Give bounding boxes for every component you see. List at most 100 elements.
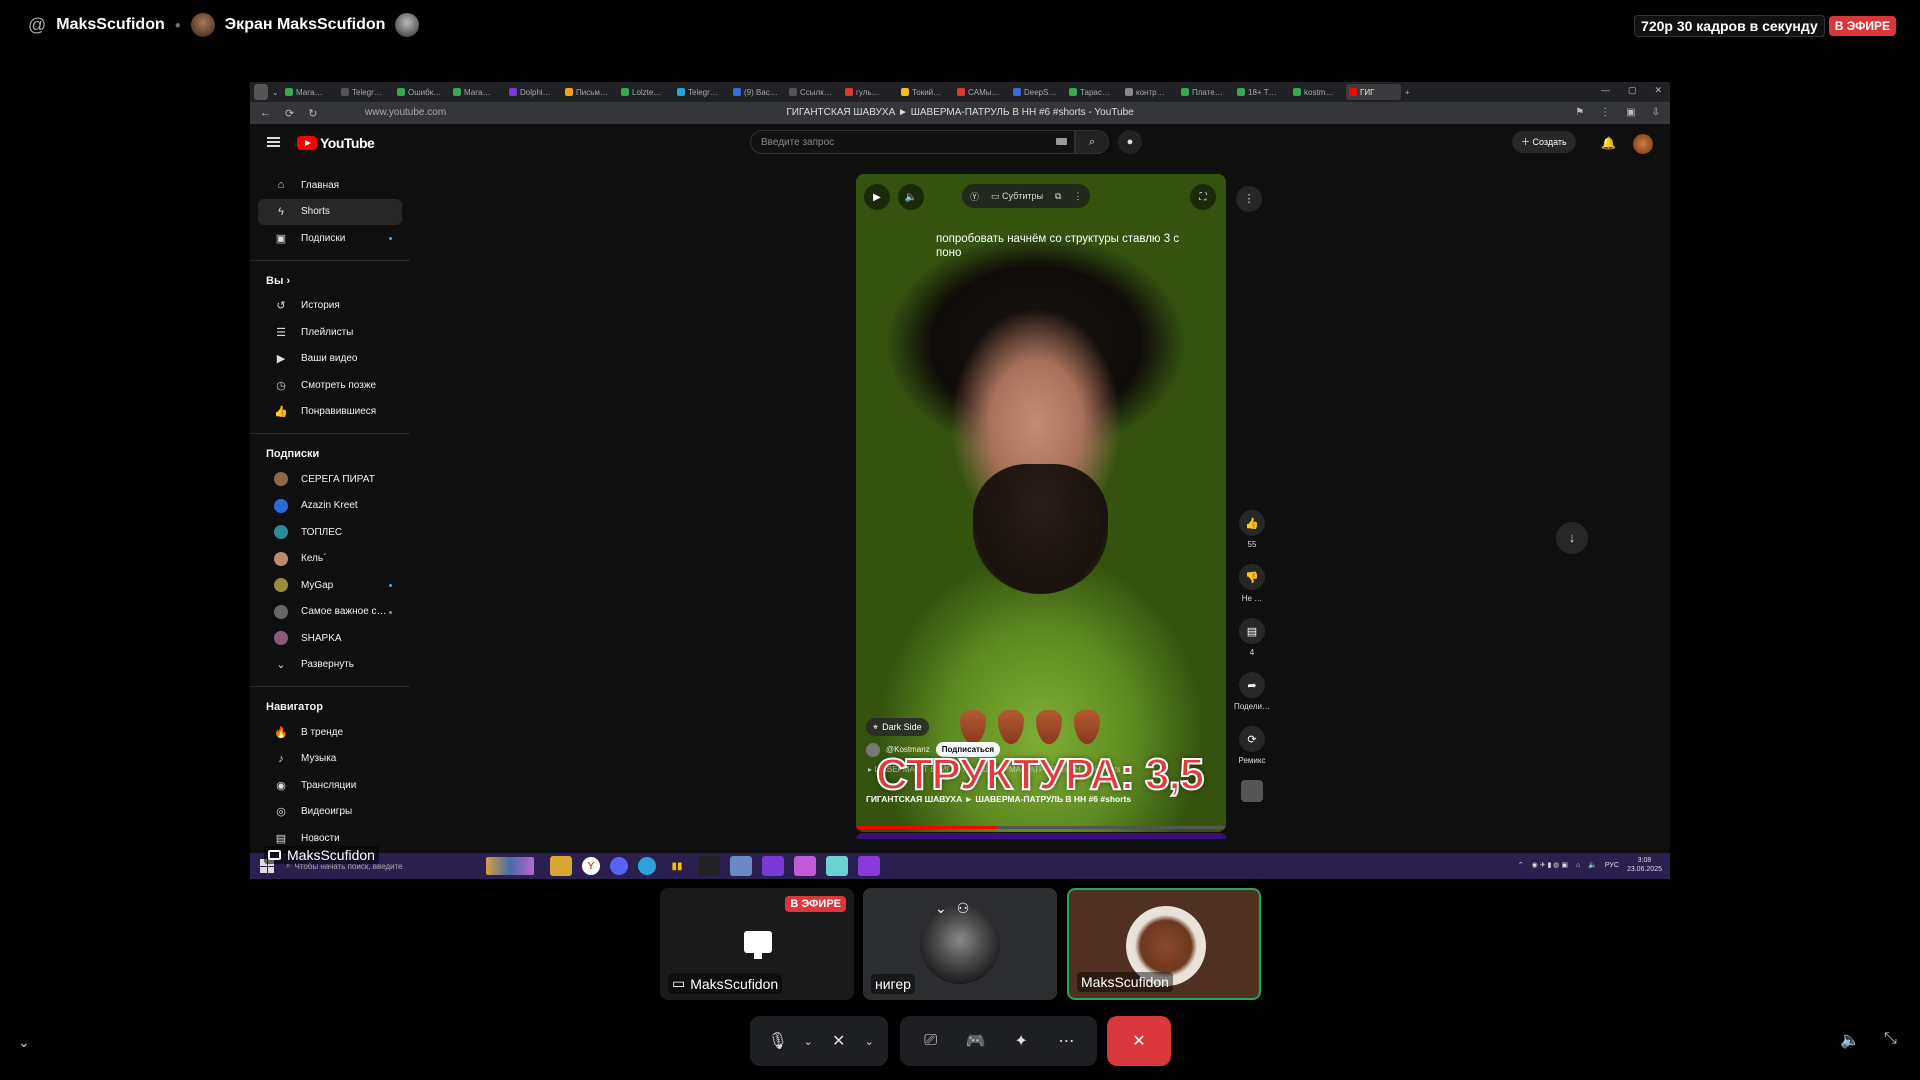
sidebar-item[interactable]: ◎ Видеоигры (258, 799, 402, 826)
browser-tab[interactable]: Telegr… (674, 84, 729, 100)
activity-icon[interactable]: 🎮 (959, 1024, 993, 1058)
shorts-player[interactable]: ▶ 🔈 Ⓨ ▭ Субтитры ⧉ ⋮ ⛶ попробовать начнё… (856, 174, 1226, 832)
chevron-down-icon[interactable]: ⌄ (18, 1034, 30, 1051)
search-button[interactable]: ⌕ (1075, 130, 1109, 154)
network-icon[interactable]: ⌂ (1576, 862, 1580, 869)
extension-icon[interactable]: ▣ (1626, 107, 1635, 118)
sidebar-item[interactable]: ↺ История (258, 293, 402, 320)
browser-tab[interactable]: Мага… (282, 84, 337, 100)
exit-fullscreen-icon[interactable]: ⤡ (1884, 1030, 1897, 1048)
terminal-icon[interactable] (698, 856, 720, 876)
participant-tile[interactable]: ⌄ ⚇ нигер (863, 888, 1057, 1000)
chevron-down-icon[interactable]: ⌄ (935, 900, 947, 917)
shorts-action[interactable]: ➦ Подели… (1232, 672, 1272, 711)
browser-tab[interactable]: ГИГ (1346, 84, 1401, 100)
browser-tab[interactable]: kostm… (1290, 84, 1345, 100)
browser-tab[interactable]: (9) Вас… (730, 84, 785, 100)
shorts-action[interactable]: ⟳ Ремикс (1232, 726, 1272, 765)
screen-share-icon[interactable]: ⎚ (914, 1024, 948, 1058)
tab-list-button[interactable]: ⌄ (269, 84, 281, 100)
yandex-browser-icon[interactable]: Y (582, 857, 600, 875)
browser-tab[interactable]: 18+ Т… (1234, 84, 1289, 100)
maximize-icon[interactable]: ▢ (1628, 85, 1637, 96)
bookmark-icon[interactable]: ⚑ (1575, 107, 1584, 118)
subscription-item[interactable]: Самое важное с… (258, 599, 402, 626)
new-tab-button[interactable]: + (1402, 84, 1416, 100)
close-icon[interactable]: ✕ (1654, 85, 1662, 96)
sidebar-item[interactable]: ▣ Подписки (258, 225, 402, 252)
next-short-button[interactable]: ↓ (1556, 522, 1588, 554)
more-icon[interactable]: ⋮ (1600, 107, 1610, 118)
browser-tab[interactable]: Lolzte… (618, 84, 673, 100)
more-icon[interactable]: ⋯ (1049, 1024, 1083, 1058)
fullscreen-icon[interactable]: ⛶ (1190, 184, 1216, 210)
sidebar-item[interactable]: ▶ Ваши видео (258, 346, 402, 373)
browser-tab[interactable]: Тарас… (1066, 84, 1121, 100)
subscription-item[interactable]: ТОПЛЕС (258, 519, 402, 546)
subscription-item[interactable]: Azazin Kreet (258, 493, 402, 520)
shorts-action[interactable]: ▤ 4 (1232, 618, 1272, 657)
browser-tab[interactable]: Ссылк… (786, 84, 841, 100)
subscription-item[interactable]: MyGap (258, 572, 402, 599)
more-icon[interactable]: ⋮ (1073, 191, 1082, 202)
app-icon[interactable] (794, 856, 816, 876)
browser-tab[interactable]: DeepS… (1010, 84, 1065, 100)
tray-apps-icon[interactable]: ◉ ✈ ▮ ◍ ▣ (1532, 861, 1568, 869)
explorer-icon[interactable] (550, 856, 572, 876)
shorts-action[interactable]: 👎 Не … (1232, 564, 1272, 603)
app-icon[interactable] (858, 856, 880, 876)
browser-tab[interactable]: Telegr… (338, 84, 393, 100)
sidebar-item[interactable]: ϟ Shorts (258, 198, 402, 225)
menu-icon[interactable] (267, 137, 280, 147)
browser-tab[interactable]: Мага… (450, 84, 505, 100)
chevron-down-icon[interactable]: ⌄ (861, 1024, 877, 1058)
browser-menu-button[interactable] (254, 84, 268, 100)
browser-tab[interactable]: Письм… (562, 84, 617, 100)
expand-button[interactable]: ⌄ Развернуть (258, 652, 402, 679)
yandex-icon[interactable]: Ⓨ (970, 190, 979, 203)
more-options-icon[interactable]: ⋮ (1236, 186, 1262, 212)
discord-icon[interactable] (610, 857, 628, 875)
sidebar-item[interactable]: ♪ Музыка (258, 746, 402, 773)
browser-tab[interactable]: гуль… (842, 84, 897, 100)
keyboard-icon[interactable] (1056, 138, 1067, 145)
mic-icon[interactable]: ● (1118, 130, 1142, 154)
chevron-down-icon[interactable]: ⌄ (800, 1024, 816, 1058)
sidebar-item[interactable]: ◉ Трансляции (258, 772, 402, 799)
volume-icon[interactable]: 🔈 (1588, 861, 1597, 869)
subtitles-button[interactable]: ▭ Субтитры (991, 191, 1043, 202)
sidebar-item[interactable]: ⌂ Главная (258, 172, 402, 199)
tray-expand-icon[interactable]: ⌃ (1518, 861, 1524, 869)
app-icon[interactable] (730, 856, 752, 876)
channel-avatar[interactable] (1241, 780, 1263, 802)
clock[interactable]: 3:08 23.06.2025 (1627, 856, 1662, 874)
disconnect-button[interactable]: ✕ (1107, 1016, 1171, 1066)
sidebar-item[interactable]: ◷ Смотреть позже (258, 372, 402, 399)
video-progress[interactable] (856, 826, 1226, 829)
shorts-action[interactable]: 👍 55 (1232, 510, 1272, 549)
youtube-logo[interactable]: YouTube (297, 135, 375, 151)
download-icon[interactable]: ⇩ (1652, 107, 1660, 118)
browser-tab[interactable]: Ошибк… (394, 84, 449, 100)
browser-tab[interactable]: CAMы… (954, 84, 1009, 100)
subscription-item[interactable]: SHAPKA (258, 625, 402, 652)
camera-off-icon[interactable]: ✕ (822, 1024, 856, 1058)
invite-icon[interactable]: ⚇ (957, 900, 970, 917)
browser-tab[interactable]: Dolphi… (506, 84, 561, 100)
you-header[interactable]: Вы › (250, 269, 410, 293)
browser-tab[interactable]: контр… (1122, 84, 1177, 100)
search-input[interactable]: Введите запрос (750, 130, 1075, 154)
browser-tab[interactable]: Плате… (1178, 84, 1233, 100)
microphone-icon[interactable]: 🎙 (761, 1024, 795, 1058)
browser-tab[interactable]: Токий… (898, 84, 953, 100)
play-button[interactable]: ▶ (864, 184, 890, 210)
bell-icon[interactable]: 🔔 (1601, 136, 1616, 150)
participant-tile-speaking[interactable]: MaksScufidon (1067, 888, 1261, 1000)
user-avatar[interactable] (1633, 134, 1653, 154)
telegram-icon[interactable] (638, 857, 656, 875)
pip-icon[interactable]: ⧉ (1055, 191, 1061, 202)
sidebar-item[interactable]: 👍 Понравившиеся (258, 399, 402, 426)
sidebar-item[interactable]: ☰ Плейлисты (258, 319, 402, 346)
video-title[interactable]: ГИГАНТСКАЯ ШАВУХА ► ШАВЕРМА-ПАТРУЛЬ В НН… (866, 794, 1131, 804)
app-icon[interactable] (826, 856, 848, 876)
